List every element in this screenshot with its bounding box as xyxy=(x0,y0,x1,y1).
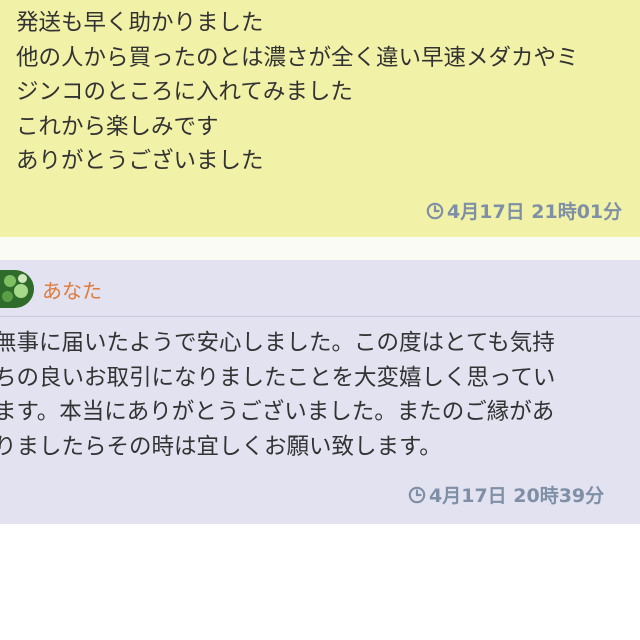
buyer-message-text: 発送も早く助かりました 他の人から買ったのとは濃さが全く違い早速メダカやミ ジン… xyxy=(16,6,579,179)
message-line: ちの良いお取引になりましたことを大変嬉しく思ってい xyxy=(0,364,556,391)
clock-icon xyxy=(426,202,444,219)
empty-area xyxy=(0,524,640,640)
transaction-messages: 発送も早く助かりました 他の人から買ったのとは濃さが全く違い早速メダカやミ ジン… xyxy=(0,0,640,640)
message-line: ジンコのところに入れてみました xyxy=(16,79,353,105)
message-line: 他の人から買ったのとは濃さが全く違い早速メダカやミ xyxy=(16,44,579,71)
seller-message-text: 無事に届いたようで安心しました。この度はとても気持 ちの良いお取引になりましたこ… xyxy=(0,326,555,464)
divider xyxy=(0,316,640,317)
seller-header: あなた xyxy=(0,270,102,308)
message-line: りましたらその時は宜しくお願い致します。 xyxy=(0,433,442,460)
message-separator xyxy=(0,237,640,260)
message-line: これから楽しみです xyxy=(16,113,219,140)
buyer-message-timestamp: 4月17日 21時01分 xyxy=(426,197,622,224)
timestamp-text: 4月17日 21時01分 xyxy=(447,201,623,223)
clock-icon xyxy=(408,486,426,503)
sender-name[interactable]: あなた xyxy=(42,275,102,304)
message-line: 発送も早く助かりました xyxy=(16,10,264,36)
seller-message-timestamp: 4月17日 20時39分 xyxy=(408,481,604,508)
message-line: ありがとうございました xyxy=(16,148,264,174)
avatar[interactable] xyxy=(0,270,34,308)
message-line: ます。本当にありがとうございました。またのご縁があ xyxy=(0,399,555,425)
message-line: 無事に届いたようで安心しました。この度はとても気持 xyxy=(0,330,555,356)
timestamp-text: 4月17日 20時39分 xyxy=(429,485,605,507)
